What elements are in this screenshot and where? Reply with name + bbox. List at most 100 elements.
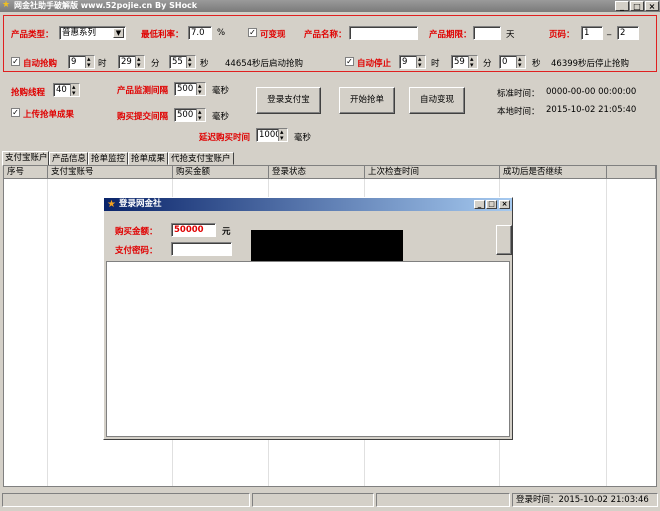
upload-checkbox[interactable]: ✓: [11, 108, 20, 117]
sec-unit: 秒: [532, 59, 541, 69]
product-type-select[interactable]: 普惠系列 ▼: [59, 26, 126, 40]
spinner-arrows-icon[interactable]: [416, 56, 425, 68]
delay-spinner[interactable]: 1000: [256, 128, 288, 142]
tab-alipay-accounts[interactable]: 支付宝账户: [2, 151, 49, 166]
spinner-arrows-icon[interactable]: [468, 56, 477, 68]
threads-value: 40: [56, 85, 67, 95]
password-input[interactable]: [171, 242, 232, 256]
auto-stop-label: 自动停止: [357, 59, 392, 69]
column-header-continue[interactable]: 成功后是否继续: [500, 166, 607, 179]
spinner-arrows-icon[interactable]: [85, 56, 94, 68]
status-cell-empty: [2, 493, 250, 507]
column-header-amount[interactable]: 购买金额: [173, 166, 269, 179]
tab-proxy-alipay-accounts[interactable]: 代抢支付宝账户: [168, 152, 234, 165]
auto-grab-checkbox[interactable]: ✓: [11, 57, 20, 66]
submit-interval-value: 500: [177, 110, 194, 120]
spinner-arrows-icon[interactable]: [516, 56, 525, 68]
auto-stop-min-spinner[interactable]: 59: [451, 55, 478, 69]
page-separator: _: [607, 26, 612, 36]
tab-product-info[interactable]: 产品信息: [49, 152, 88, 165]
column-divider: [47, 179, 48, 486]
chevron-down-icon[interactable]: ▼: [113, 28, 124, 38]
column-header-account[interactable]: 支付宝账号: [48, 166, 173, 179]
monitor-interval-value: 500: [177, 84, 194, 94]
dialog-side-button[interactable]: [496, 225, 512, 255]
auto-stop-sec-value: 0: [502, 57, 508, 67]
local-time-value: 2015-10-02 21:05:40: [546, 105, 637, 115]
login-time-status: 登录时间：2015-10-02 21:03:46: [512, 493, 658, 507]
auto-grab-sec-value: 55: [172, 57, 183, 67]
column-divider: [606, 179, 607, 486]
min-rate-label: 最低利率：: [141, 30, 184, 40]
transferable-checkbox[interactable]: ✓: [248, 28, 257, 37]
std-time-label: 标准时间：: [497, 89, 540, 99]
auto-stop-checkbox[interactable]: ✓: [345, 57, 354, 66]
min-unit: 分: [483, 59, 492, 69]
status-cell-empty: [252, 493, 374, 507]
column-header-login-status[interactable]: 登录状态: [269, 166, 365, 179]
close-button[interactable]: ×: [645, 1, 659, 11]
product-name-input[interactable]: [349, 26, 418, 40]
column-header-last-check[interactable]: 上次检查时间: [365, 166, 500, 179]
maximize-button[interactable]: □: [630, 1, 644, 11]
delay-label: 延迟购买时间: [199, 133, 251, 143]
window-title: 网金社助手破解版 www.52pojie.cn By SHock: [14, 1, 198, 10]
spinner-arrows-icon[interactable]: [196, 109, 205, 121]
window-title-bar: ★ 网金社助手破解版 www.52pojie.cn By SHock _ □ ×: [0, 0, 660, 12]
auto-stop-sec-spinner[interactable]: 0: [499, 55, 526, 69]
auto-grab-label: 自动抢购: [23, 59, 58, 69]
amount-input[interactable]: 50000: [171, 223, 216, 237]
password-label: 支付密码：: [115, 246, 158, 256]
min-rate-unit: %: [217, 28, 226, 38]
start-grab-button[interactable]: 开始抢单: [339, 87, 395, 114]
monitor-interval-label: 产品监测间隔: [117, 86, 169, 96]
dialog-browser-area: [106, 261, 510, 437]
page-label: 页码：: [549, 30, 575, 40]
amount-unit: 元: [222, 227, 231, 237]
spinner-arrows-icon[interactable]: [135, 56, 144, 68]
auto-grab-note: 44654秒后启动抢购: [225, 59, 304, 69]
submit-interval-spinner[interactable]: 500: [174, 108, 206, 122]
spinner-arrows-icon[interactable]: [278, 129, 287, 141]
amount-label: 购买金额：: [115, 227, 158, 237]
dialog-title: 登录网金社: [119, 199, 162, 209]
hour-unit: 时: [98, 59, 107, 69]
page-from-input[interactable]: 1: [581, 26, 603, 40]
spinner-arrows-icon[interactable]: [186, 56, 195, 68]
app-star-icon: ★: [2, 0, 11, 10]
local-time-label: 本地时间：: [497, 107, 540, 117]
dialog-maximize-button[interactable]: □: [486, 200, 497, 209]
status-cell-empty: [376, 493, 510, 507]
auto-cash-button[interactable]: 自动变现: [409, 87, 465, 114]
std-time-value: 0000-00-00 00:00:00: [546, 87, 637, 97]
dialog-close-button[interactable]: ×: [499, 200, 510, 209]
spinner-arrows-icon[interactable]: [70, 84, 79, 96]
auto-grab-hour-value: 9: [71, 57, 77, 67]
dialog-minimize-button[interactable]: _: [474, 200, 485, 209]
product-type-value: 普惠系列: [62, 28, 97, 38]
page-to-input[interactable]: 2: [617, 26, 639, 40]
monitor-interval-spinner[interactable]: 500: [174, 82, 206, 96]
tab-grab-results[interactable]: 抢单成果: [128, 152, 168, 165]
product-name-label: 产品名称：: [304, 30, 347, 40]
sec-unit: 秒: [200, 59, 209, 69]
ms-unit: 毫秒: [294, 133, 312, 143]
product-term-label: 产品期限：: [429, 30, 472, 40]
threads-label: 抢购线程: [11, 88, 46, 98]
auto-grab-hour-spinner[interactable]: 9: [68, 55, 95, 69]
column-header-index[interactable]: 序号: [4, 166, 48, 179]
tab-grab-monitor[interactable]: 抢单监控: [88, 152, 128, 165]
login-alipay-button[interactable]: 登录支付宝: [256, 87, 321, 114]
ms-unit: 毫秒: [212, 86, 230, 96]
submit-interval-label: 购买提交间隔: [117, 112, 169, 122]
spinner-arrows-icon[interactable]: [196, 83, 205, 95]
threads-spinner[interactable]: 40: [53, 83, 80, 97]
login-dialog: ★ 登录网金社 _ □ × 购买金额： 50000 元 支付密码：: [103, 197, 513, 440]
auto-grab-sec-spinner[interactable]: 55: [169, 55, 196, 69]
product-term-input[interactable]: [473, 26, 501, 40]
minimize-button[interactable]: _: [615, 1, 629, 11]
auto-stop-hour-spinner[interactable]: 9: [399, 55, 426, 69]
product-type-label: 产品类型：: [11, 30, 54, 40]
auto-grab-min-spinner[interactable]: 29: [118, 55, 145, 69]
min-rate-input[interactable]: 7.0: [188, 26, 212, 40]
